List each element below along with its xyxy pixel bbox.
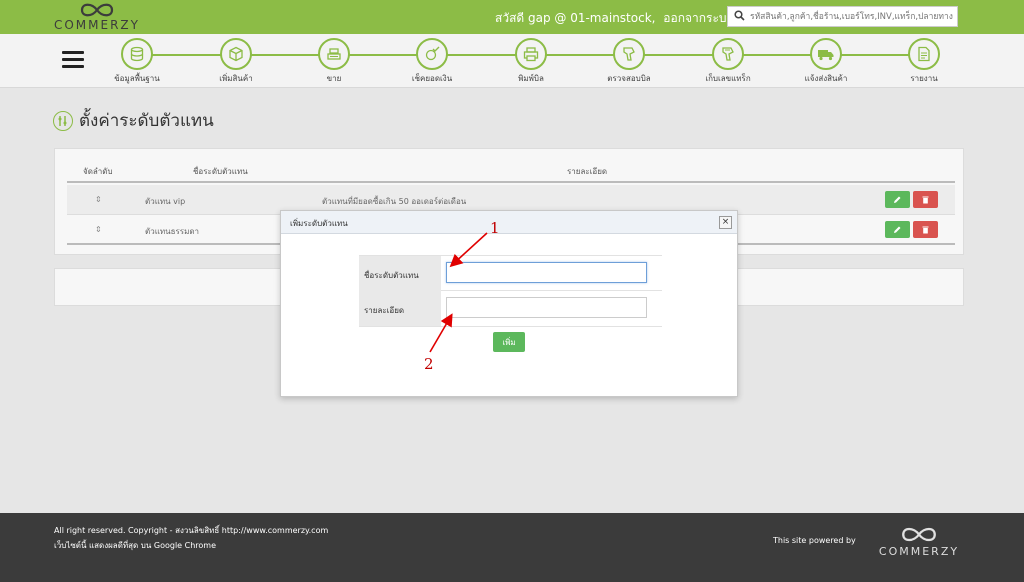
form-row-detail: รายละเอียด	[359, 291, 662, 327]
level-detail-input[interactable]	[446, 297, 647, 318]
nav-label: ตรวจสอบบิล	[607, 74, 651, 83]
modal-title: เพิ่มระดับตัวแทน	[290, 219, 348, 228]
level-name-input[interactable]	[446, 262, 647, 283]
header-detail: รายละเอียด	[567, 167, 608, 176]
nav-item-add-product[interactable]: เพิ่มสินค้า	[196, 38, 276, 85]
search-box	[727, 6, 958, 27]
box-icon	[220, 38, 252, 70]
main-nav: ข้อมูลพื้นฐาน เพิ่มสินค้า ขาย เช็คยอดเงิ…	[0, 34, 1024, 88]
user-greeting: สวัสดี gap @ 01-mainstock, ออกจากระบบ	[495, 9, 734, 28]
sort-handle-icon[interactable]: ⇕	[95, 195, 102, 204]
settings-level-icon	[53, 110, 73, 131]
report-icon	[908, 38, 940, 70]
check-money-icon	[416, 38, 448, 70]
delete-button[interactable]	[913, 221, 938, 238]
logout-link[interactable]: ออกจากระบบ	[663, 11, 734, 25]
nav-label: ข้อมูลพื้นฐาน	[114, 74, 160, 83]
nav-label: เก็บเลขแทร็ก	[705, 74, 751, 83]
printer-icon	[515, 38, 547, 70]
page-title-text: ตั้งค่าระดับตัวแทน	[79, 111, 214, 131]
nav-item-tracking[interactable]: เก็บเลขแทร็ก	[688, 38, 768, 85]
nav-item-sell[interactable]: ขาย	[294, 38, 374, 85]
search-icon[interactable]	[734, 10, 745, 21]
header-name: ชื่อระดับตัวแทน	[193, 167, 248, 176]
nav-item-check-money[interactable]: เช็คยอดเงิน	[392, 38, 472, 85]
add-button[interactable]: เพิ่ม	[493, 332, 525, 352]
nav-item-report[interactable]: รายงาน	[884, 38, 964, 85]
truck-icon	[810, 38, 842, 70]
modal-header: เพิ่มระดับตัวแทน ×	[281, 211, 737, 234]
search-input[interactable]	[750, 8, 955, 25]
nav-item-print-bill[interactable]: พิมพ์บิล	[491, 38, 571, 85]
row-name: ตัวแทน vip	[145, 197, 186, 206]
nav-item-shipping[interactable]: แจ้งส่งสินค้า	[786, 38, 866, 85]
annotation-number-1: 1	[490, 219, 500, 237]
add-level-form: ชื่อระดับตัวแทน รายละเอียด	[359, 255, 662, 327]
row-detail: ตัวแทนที่มียอดซื้อเกิน 50 ออเดอร์ต่อเดือ…	[322, 197, 467, 206]
form-row-name: ชื่อระดับตัวแทน	[359, 255, 662, 291]
nav-item-verify-bill[interactable]: ตรวจสอบบิล	[589, 38, 669, 85]
commerzy-logo[interactable]: COMMERZY	[52, 0, 142, 34]
annotation-number-2: 2	[424, 355, 434, 373]
delete-button[interactable]	[913, 191, 938, 208]
powered-by-text: This site powered by	[773, 536, 856, 545]
database-icon	[121, 38, 153, 70]
row-name: ตัวแทนธรรมดา	[145, 227, 200, 236]
name-label: ชื่อระดับตัวแทน	[359, 256, 441, 291]
footer: All right reserved. Copyright - สงวนลิขส…	[0, 513, 1024, 582]
greeting-text: สวัสดี gap @ 01-mainstock,	[495, 11, 656, 25]
infinity-logo-icon	[902, 527, 936, 542]
edit-button[interactable]	[885, 191, 910, 208]
browser-note: เว็บไซต์นี้ แสดงผลดีที่สุด บน Google Chr…	[54, 541, 217, 550]
nav-label: รายงาน	[910, 74, 938, 83]
nav-label: เช็คยอดเงิน	[411, 74, 453, 83]
nav-label: แจ้งส่งสินค้า	[804, 74, 848, 83]
cash-register-icon	[318, 38, 350, 70]
nav-label: ขาย	[326, 74, 342, 83]
top-bar: COMMERZY สวัสดี gap @ 01-mainstock, ออกจ…	[0, 0, 1024, 34]
table-header: จัดลำดับ ชื่อระดับตัวแทน รายละเอียด	[67, 161, 955, 183]
close-icon[interactable]: ×	[719, 216, 732, 229]
detail-label: รายละเอียด	[359, 291, 441, 326]
sort-handle-icon[interactable]: ⇕	[95, 225, 102, 234]
copyright-text: All right reserved. Copyright - สงวนลิขส…	[54, 526, 329, 535]
barcode-scanner-icon	[712, 38, 744, 70]
logo-text: COMMERZY	[53, 18, 140, 32]
footer-logo: COMMERZY	[873, 525, 965, 558]
trash-icon	[922, 196, 929, 204]
infinity-logo-icon	[80, 3, 114, 17]
edit-button[interactable]	[885, 221, 910, 238]
hamburger-menu-icon[interactable]	[62, 51, 84, 69]
nav-label: เพิ่มสินค้า	[219, 74, 253, 83]
pencil-icon	[894, 226, 901, 233]
nav-item-basic-data[interactable]: ข้อมูลพื้นฐาน	[97, 38, 177, 85]
header-order: จัดลำดับ	[83, 167, 113, 176]
page-title: ตั้งค่าระดับตัวแทน	[53, 107, 214, 134]
footer-logo-text: COMMERZY	[878, 545, 960, 558]
add-agent-level-modal: เพิ่มระดับตัวแทน × ชื่อระดับตัวแทน รายละ…	[280, 210, 738, 397]
scanner-icon	[613, 38, 645, 70]
pencil-icon	[894, 196, 901, 203]
nav-label: พิมพ์บิล	[518, 74, 544, 83]
trash-icon	[922, 226, 929, 234]
